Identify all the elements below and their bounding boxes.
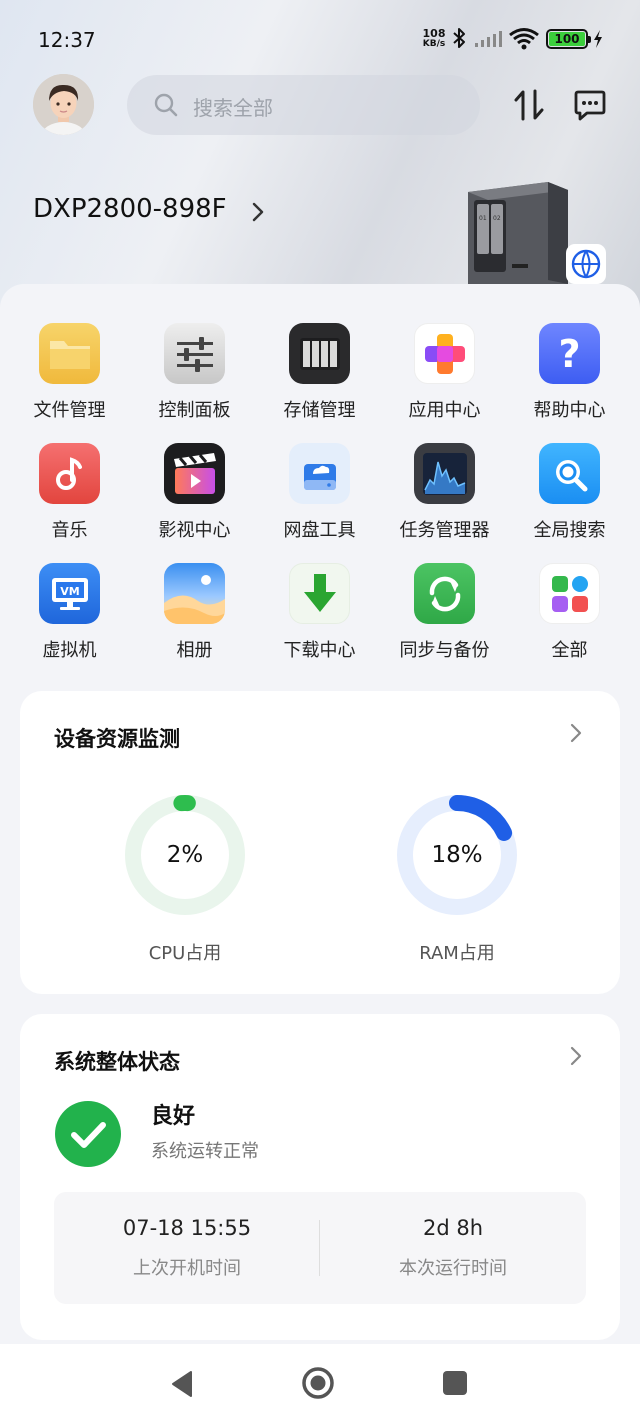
bluetooth-icon bbox=[453, 28, 465, 48]
photos-icon bbox=[164, 563, 225, 624]
app-task-manager[interactable]: 任务管理器 bbox=[382, 443, 507, 542]
resource-monitor-title: 设备资源监测 bbox=[54, 727, 180, 751]
cpu-label: CPU占用 bbox=[148, 943, 222, 964]
uptime-section: 2d 8h 本次运行时间 bbox=[320, 1192, 586, 1304]
app-download-center[interactable]: 下载中心 bbox=[257, 563, 382, 662]
system-status-title: 系统整体状态 bbox=[54, 1050, 180, 1074]
battery-level: 100 bbox=[549, 32, 585, 46]
chevron-right-icon[interactable] bbox=[570, 1046, 582, 1066]
app-label: 文件管理 bbox=[33, 400, 106, 421]
all-apps-icon bbox=[539, 563, 600, 624]
ram-gauge: 18% bbox=[395, 793, 519, 917]
uptime-value: 2d 8h bbox=[422, 1216, 484, 1240]
ram-label: RAM占用 bbox=[419, 943, 495, 964]
recents-button[interactable] bbox=[443, 1371, 467, 1395]
download-icon bbox=[289, 563, 350, 624]
app-video-center[interactable]: 影视中心 bbox=[132, 443, 257, 542]
net-speed-unit: KB/s bbox=[422, 39, 446, 49]
app-label: 网盘工具 bbox=[283, 520, 356, 541]
app-photos[interactable]: 相册 bbox=[132, 563, 257, 662]
ram-value: 18% bbox=[431, 842, 483, 868]
app-label: 影视中心 bbox=[158, 520, 231, 541]
status-time: 12:37 bbox=[38, 28, 96, 52]
global-search-icon bbox=[539, 443, 600, 504]
svg-text:01: 01 bbox=[479, 215, 487, 222]
uptime-info: 07-18 15:55 上次开机时间 2d 8h 本次运行时间 bbox=[54, 1192, 586, 1304]
app-label: 全局搜索 bbox=[533, 520, 606, 541]
app-label: 任务管理器 bbox=[399, 520, 490, 541]
storage-icon bbox=[289, 323, 350, 384]
boot-time-section: 07-18 15:55 上次开机时间 bbox=[54, 1192, 320, 1304]
home-button[interactable] bbox=[301, 1366, 335, 1400]
task-manager-icon bbox=[414, 443, 475, 504]
boot-time-value: 07-18 15:55 bbox=[122, 1216, 252, 1240]
app-center-icon bbox=[414, 323, 475, 384]
search-input[interactable]: 搜索全部 bbox=[127, 75, 480, 135]
svg-text:VM: VM bbox=[60, 585, 79, 598]
cloud-drive-icon bbox=[289, 443, 350, 504]
app-app-center[interactable]: 应用中心 bbox=[382, 323, 507, 422]
music-icon bbox=[39, 443, 100, 504]
wifi-icon bbox=[509, 28, 539, 50]
message-icon[interactable] bbox=[573, 88, 607, 122]
resource-monitor-card[interactable]: 设备资源监测 2% CPU占用 18% RAM占用 bbox=[20, 691, 620, 994]
device-name[interactable]: DXP2800-898F bbox=[33, 194, 227, 224]
signal-icon bbox=[475, 31, 502, 47]
nas-device-image: 01 02 bbox=[468, 182, 606, 288]
sliders-icon bbox=[164, 323, 225, 384]
help-icon: ? bbox=[539, 323, 600, 384]
app-label: 帮助中心 bbox=[533, 400, 606, 421]
app-label: 音乐 bbox=[51, 520, 88, 541]
charging-icon bbox=[594, 30, 602, 48]
app-label: 应用中心 bbox=[408, 400, 481, 421]
app-sync-backup[interactable]: 同步与备份 bbox=[382, 563, 507, 662]
app-label: 下载中心 bbox=[283, 640, 356, 661]
app-virtual-machine[interactable]: VM 虚拟机 bbox=[7, 563, 132, 662]
uptime-label: 本次运行时间 bbox=[399, 1258, 507, 1279]
system-nav-bar bbox=[0, 1344, 640, 1422]
transfer-icon[interactable] bbox=[513, 88, 545, 122]
svg-text:02: 02 bbox=[493, 215, 501, 222]
net-speed: 108 KB/s bbox=[419, 28, 449, 49]
check-icon bbox=[55, 1101, 121, 1167]
app-control-panel[interactable]: 控制面板 bbox=[132, 323, 257, 422]
net-speed-value: 108 bbox=[422, 27, 446, 40]
back-button[interactable] bbox=[170, 1370, 194, 1398]
system-status-description: 系统运转正常 bbox=[151, 1141, 259, 1162]
cpu-value: 2% bbox=[166, 842, 204, 868]
user-avatar[interactable] bbox=[33, 74, 94, 135]
folder-icon bbox=[39, 323, 100, 384]
search-placeholder: 搜索全部 bbox=[193, 96, 273, 120]
app-label: 控制面板 bbox=[158, 400, 231, 421]
app-storage-manager[interactable]: 存储管理 bbox=[257, 323, 382, 422]
system-status-value: 良好 bbox=[151, 1104, 196, 1129]
video-icon bbox=[164, 443, 225, 504]
app-help-center[interactable]: ? 帮助中心 bbox=[507, 323, 632, 422]
avatar-image bbox=[33, 74, 94, 135]
chevron-right-icon[interactable] bbox=[570, 723, 582, 743]
search-icon bbox=[154, 93, 178, 117]
chevron-right-icon[interactable] bbox=[251, 201, 265, 223]
sync-icon bbox=[414, 563, 475, 624]
system-status-card[interactable]: 系统整体状态 良好 系统运转正常 07-18 15:55 上次开机时间 2d 8… bbox=[20, 1014, 620, 1340]
app-label: 存储管理 bbox=[283, 400, 356, 421]
app-label: 同步与备份 bbox=[399, 640, 490, 661]
app-all[interactable]: 全部 bbox=[507, 563, 632, 662]
app-label: 相册 bbox=[176, 640, 213, 661]
app-music[interactable]: 音乐 bbox=[7, 443, 132, 542]
vm-icon: VM bbox=[39, 563, 100, 624]
battery-icon: 100 bbox=[546, 29, 591, 49]
boot-time-label: 上次开机时间 bbox=[133, 1258, 241, 1279]
app-label: 全部 bbox=[551, 640, 588, 661]
app-cloud-drive[interactable]: 网盘工具 bbox=[257, 443, 382, 542]
app-global-search[interactable]: 全局搜索 bbox=[507, 443, 632, 542]
app-file-manager[interactable]: 文件管理 bbox=[7, 323, 132, 422]
app-label: 虚拟机 bbox=[42, 640, 97, 661]
cpu-gauge: 2% bbox=[123, 793, 247, 917]
status-bar: 12:37 108 KB/s 100 bbox=[0, 0, 640, 80]
